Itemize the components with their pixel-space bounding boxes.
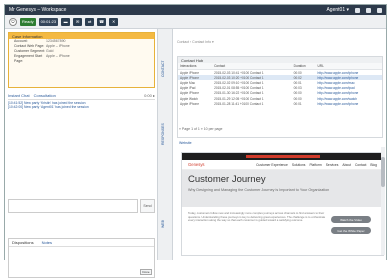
transfer-icon[interactable]: ⇄ [85,17,95,26]
chat-tabs: Instant Chat Consultation 0:00 ▸ [8,92,155,100]
disposition-panel: Dispositions Notes Done [8,238,155,278]
nav-link[interactable]: Contact [355,163,366,167]
hero-title: Customer Journey [188,174,266,185]
tab-notes[interactable]: Notes [42,240,52,245]
timer-button[interactable]: 00:01:23 [38,17,59,26]
nav-link[interactable]: Customer Experience [256,163,288,167]
table-row[interactable]: Apple iPhone 2015-01-28 11:41 +0100 Conta… [178,101,382,106]
chat-transcript: [10:41:52] New party ‘Kristin’ has joine… [8,101,155,109]
email-icon[interactable]: ✉ [73,17,83,26]
chat-message: [10:42:00] New party ‘Agent01’ has joine… [8,105,89,110]
chat-timer: 0:00 ▸ [144,93,155,98]
chat-input[interactable] [8,199,138,213]
done-button[interactable]: Done [140,269,152,275]
tab-dispositions[interactable]: Dispositions [12,240,34,245]
breadcrumb[interactable]: Contact › Contact Info ▾ [177,40,214,44]
chat-icon[interactable]: ▬ [61,17,71,26]
website-tab[interactable]: Website [179,141,192,145]
case-information: Case Information Account: 1234567890 Cont… [8,32,155,88]
minimize-icon[interactable] [377,7,382,13]
interaction-panel: Case Information Account: 1234567890 Cont… [5,29,158,278]
nav-link[interactable]: About [342,163,351,167]
disposition-tabs: Dispositions Notes [9,239,154,247]
scrollbar-thumb[interactable] [381,157,385,187]
power-icon[interactable]: ⏻ [9,17,17,26]
case-info-row: Engagement Start Page: Apple – iPhone [14,54,70,63]
scrollbar[interactable] [381,147,385,255]
history-table: Interactions Contact Duration URL Apple … [178,63,382,106]
nav-link[interactable]: Solutions [292,163,306,167]
help-icon[interactable] [355,7,360,13]
title-bar: Mr Genesys – Workspace Agent01 ▾ [5,5,386,15]
watch-video-button[interactable]: Watch the Video [331,216,371,223]
tab-consultation[interactable]: Consultation [34,93,56,98]
embedded-webpage[interactable]: Genesys Customer Experience Solutions Pl… [181,152,384,256]
tab-contact[interactable]: CONTACT [161,49,170,89]
white-paper-button[interactable]: Get the White Paper [331,227,371,234]
send-button[interactable]: Send [140,199,155,213]
contact-history: Contact Hub Interactions Contact Duratio… [177,56,383,138]
agent-status[interactable]: Agent01 ▾ [326,7,349,13]
webpage-top-bar [182,153,383,160]
ready-status-button[interactable]: Ready [20,17,36,26]
tab-web[interactable]: WEB [161,209,170,239]
webpage-body-text: Today, customers follow new and increasi… [188,211,326,223]
webpage-hero: Customer Journey Why Designing and Manag… [182,170,383,207]
end-icon[interactable]: ✕ [109,17,119,26]
nav-link[interactable]: Platform [309,163,321,167]
nav-link[interactable]: Services [326,163,339,167]
tab-responses[interactable]: RESPONSES [161,114,170,154]
genesys-logo[interactable]: Genesys [188,162,205,167]
app-title: Mr Genesys – Workspace [9,7,67,13]
settings-icon[interactable] [366,7,371,13]
workspace-window: Mr Genesys – Workspace Agent01 ▾ ⏻ Ready… [4,4,387,278]
tab-instant-chat[interactable]: Instant Chat [8,93,30,98]
phone-icon[interactable]: ☎ [97,17,107,26]
webpage-nav: Genesys Customer Experience Solutions Pl… [182,160,383,170]
contact-panel: Contact › Contact Info ▾ Contact Hub Int… [173,29,386,260]
toolbar: ⏻ Ready 00:01:23 ▬ ✉ ⇄ ☎ ✕ [5,15,386,29]
pagination[interactable]: « Page 1 of 1 » 10 per page [179,127,222,131]
nav-link[interactable]: Blog [370,163,377,167]
side-tab-strip: CONTACT RESPONSES WEB [158,29,173,260]
hero-subtitle: Why Designing and Managing the Customer … [188,188,330,192]
